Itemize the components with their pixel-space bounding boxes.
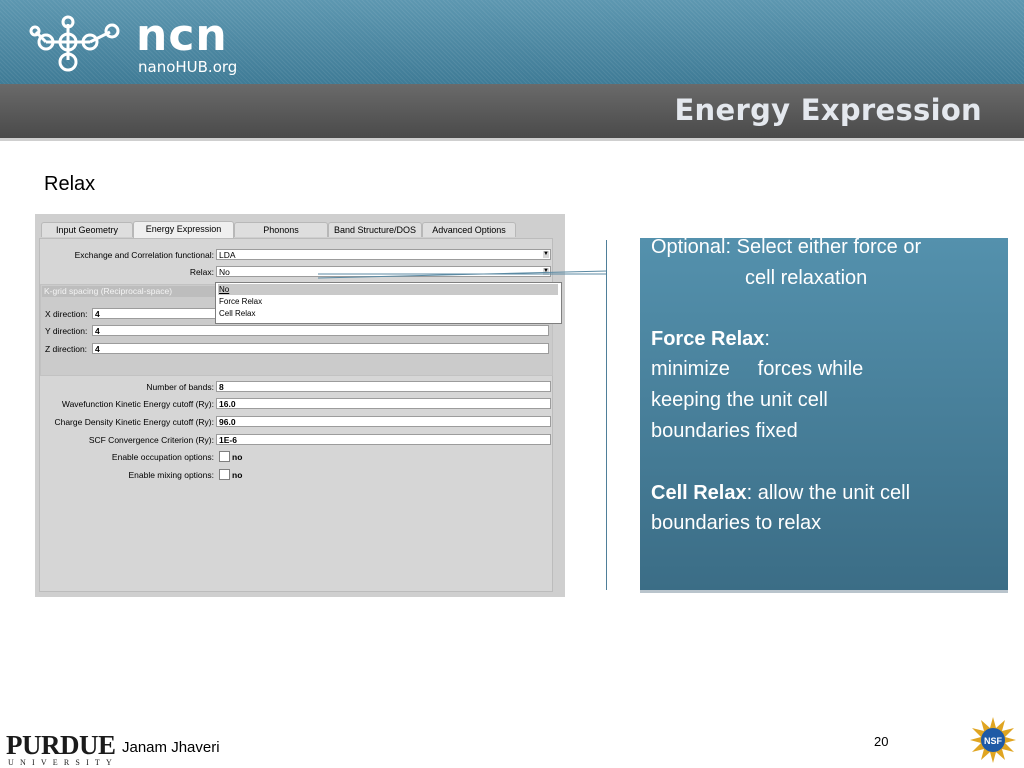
callout-line-2: cell relaxation (745, 267, 868, 289)
purdue-subtitle: UNIVERSITY (8, 758, 118, 767)
charge-density-cutoff-value: 96.0 (219, 417, 236, 427)
dropdown-option-no[interactable]: No (218, 284, 558, 295)
relax-select[interactable]: No ▼ (216, 266, 551, 277)
tab-band-structure-dos[interactable]: Band Structure/DOS (328, 222, 422, 237)
cell-relax-title: Cell Relax (651, 482, 747, 504)
force-relax-heading: Force Relax: (651, 324, 770, 355)
author-name: Janam Jhaveri (122, 739, 220, 756)
section-label: Relax (44, 173, 96, 195)
charge-density-cutoff-label: Charge Density Kinetic Energy cutoff (Ry… (54, 417, 214, 427)
force-relax-title: Force Relax (651, 328, 765, 350)
force-relax-line-1: minimize forces while (651, 358, 864, 380)
tab-advanced-options[interactable]: Advanced Options (422, 222, 516, 237)
cell-relax-heading: Cell Relax: allow the unit cell (651, 478, 910, 509)
chevron-down-icon: ▼ (543, 251, 549, 258)
svg-text:NSF: NSF (984, 736, 1003, 746)
z-direction-label: Z direction: (45, 344, 88, 354)
force-relax-line-2: keeping the unit cell (651, 389, 828, 411)
app-screenshot: Input Geometry Energy Expression Phonons… (35, 214, 565, 597)
scf-criterion-label: SCF Convergence Criterion (Ry): (88, 435, 214, 445)
bands-field[interactable]: 8 (216, 381, 551, 392)
tab-phonons[interactable]: Phonons (234, 222, 328, 237)
occupation-options-checkbox[interactable] (219, 451, 230, 462)
cell-relax-line-2: boundaries to relax (651, 512, 822, 534)
dropdown-option-cell-relax[interactable]: Cell Relax (218, 308, 558, 319)
logo-subtitle: nanoHUB.org (138, 58, 238, 76)
mixing-options-label: Enable mixing options: (128, 470, 214, 480)
relax-dropdown-list: No Force Relax Cell Relax (215, 282, 562, 324)
z-direction-field[interactable]: 4 (92, 343, 549, 354)
molecule-icon (29, 15, 120, 72)
tab-bar: Input Geometry Energy Expression Phonons… (41, 221, 551, 238)
slide-title: Energy Expression (674, 93, 982, 127)
connector-vertical-line (606, 240, 607, 590)
logo-wordmark: ncn (136, 10, 228, 61)
force-relax-line-3: boundaries fixed (651, 420, 798, 442)
relax-value: No (219, 267, 230, 277)
y-direction-field[interactable]: 4 (92, 325, 549, 336)
x-direction-label: X direction: (45, 309, 88, 319)
force-relax-colon: : (764, 328, 770, 350)
wavefunction-cutoff-value: 16.0 (219, 399, 236, 409)
tab-energy-expression[interactable]: Energy Expression (133, 221, 234, 238)
callout-line-1: Optional: Select either force or (651, 238, 922, 258)
bands-label: Number of bands: (146, 382, 214, 392)
page-number: 20 (874, 734, 889, 749)
callout-box: Optional: Select either force or cell re… (640, 238, 1008, 593)
xc-label: Exchange and Correlation functional: (74, 250, 214, 260)
nsf-logo-icon: NSF (970, 717, 1016, 763)
relax-label: Relax: (189, 267, 214, 277)
dropdown-option-force-relax[interactable]: Force Relax (218, 296, 558, 307)
charge-density-cutoff-field[interactable]: 96.0 (216, 416, 551, 427)
cell-relax-text: : allow the unit cell (746, 482, 911, 504)
mixing-options-value: no (232, 470, 243, 480)
y-direction-value: 4 (95, 326, 100, 336)
occupation-options-value: no (232, 452, 243, 462)
xc-select[interactable]: LDA ▼ (216, 249, 551, 260)
scf-criterion-field[interactable]: 1E-6 (216, 434, 551, 445)
purdue-wordmark: PURDUE (6, 730, 116, 760)
wavefunction-cutoff-field[interactable]: 16.0 (216, 398, 551, 409)
y-direction-label: Y direction: (45, 326, 88, 336)
scf-criterion-value: 1E-6 (219, 435, 237, 445)
mixing-options-checkbox[interactable] (219, 469, 230, 480)
occupation-options-label: Enable occupation options: (111, 452, 214, 462)
xc-value: LDA (219, 250, 236, 260)
chevron-down-icon: ▼ (543, 268, 549, 275)
x-direction-value: 4 (95, 309, 100, 319)
wavefunction-cutoff-label: Wavefunction Kinetic Energy cutoff (Ry): (61, 399, 214, 409)
bands-value: 8 (219, 382, 224, 392)
ncn-logo: ncn nanoHUB.org (28, 10, 237, 80)
tab-input-geometry[interactable]: Input Geometry (41, 222, 133, 237)
z-direction-value: 4 (95, 344, 100, 354)
